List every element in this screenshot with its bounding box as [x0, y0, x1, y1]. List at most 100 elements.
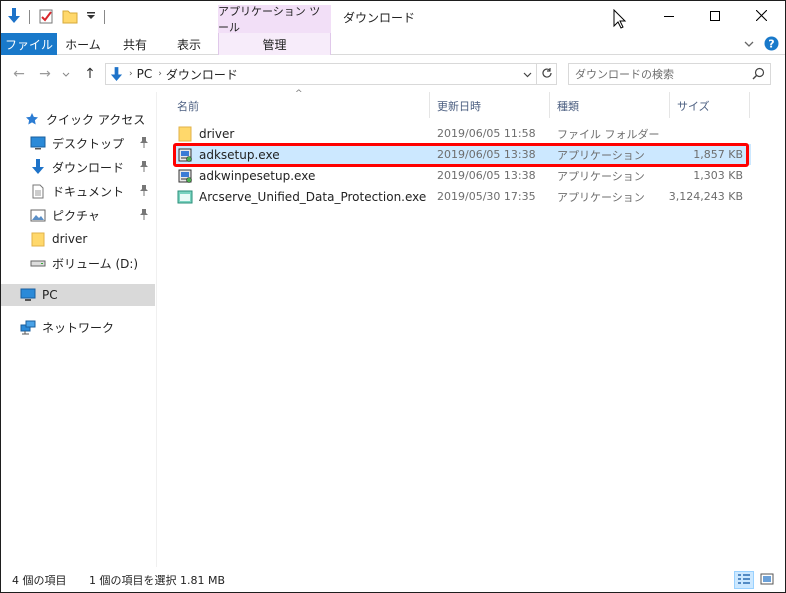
tab-view[interactable]: 表示: [167, 33, 211, 55]
pin-icon[interactable]: [139, 160, 149, 175]
minimize-button[interactable]: [646, 1, 692, 33]
address-row: ← → ↑ › PC › ダウンロード: [1, 56, 785, 92]
tab-file[interactable]: ファイル: [1, 33, 57, 55]
nav-item-pc[interactable]: PC: [1, 284, 155, 306]
details-view-button[interactable]: [734, 571, 754, 589]
pin-icon[interactable]: [139, 184, 149, 199]
download-arrow-icon[interactable]: [7, 7, 21, 27]
file-row-driver[interactable]: driver 2019/06/05 11:58 ファイル フォルダー: [173, 123, 751, 144]
column-header-date[interactable]: 更新日時: [437, 95, 481, 117]
star-icon: [23, 111, 41, 127]
file-name: Arcserve_Unified_Data_Protection.exe: [199, 189, 427, 204]
forward-button[interactable]: →: [36, 65, 54, 83]
file-row-arcserve[interactable]: Arcserve_Unified_Data_Protection.exe 201…: [173, 186, 751, 207]
nav-item-quick-access[interactable]: クイック アクセス: [1, 108, 155, 130]
address-bar[interactable]: › PC › ダウンロード: [105, 63, 557, 85]
nav-item-label: ピクチャ: [52, 208, 100, 223]
maximize-button[interactable]: [692, 1, 738, 33]
view-toggle: [734, 571, 777, 589]
column-header-size[interactable]: サイズ: [677, 95, 710, 117]
nav-item-volume-d[interactable]: ボリューム (D:): [1, 252, 155, 274]
nav-item-pictures[interactable]: ピクチャ: [1, 204, 155, 226]
forward-arrow-icon: →: [39, 66, 51, 82]
column-divider[interactable]: [669, 92, 670, 118]
app-window-icon: [177, 189, 193, 205]
up-button[interactable]: ↑: [81, 65, 99, 83]
search-box[interactable]: [568, 63, 771, 85]
nav-item-label: ダウンロード: [52, 160, 125, 175]
status-item-count: 4 個の項目: [12, 573, 67, 587]
chevron-down-icon: [523, 67, 532, 81]
search-icon[interactable]: [752, 67, 765, 83]
breadcrumb-pc[interactable]: PC: [137, 67, 153, 81]
file-name: adkwinpesetup.exe: [199, 168, 316, 183]
tab-home[interactable]: ホーム: [61, 33, 105, 55]
large-icons-view-button[interactable]: [757, 571, 777, 589]
back-button[interactable]: ←: [10, 65, 28, 83]
download-arrow-icon: [110, 66, 123, 82]
file-name-cell: adkwinpesetup.exe: [177, 165, 315, 186]
new-folder-icon[interactable]: [62, 8, 78, 27]
folder-icon: [29, 231, 47, 247]
file-size: [643, 123, 743, 144]
help-icon[interactable]: ?: [764, 36, 779, 54]
pin-icon[interactable]: [139, 136, 149, 151]
nav-item-downloads[interactable]: ダウンロード: [1, 156, 155, 178]
file-date: 2019/06/05 13:38: [437, 169, 536, 182]
file-row-adkwinpesetup[interactable]: adkwinpesetup.exe 2019/06/05 13:38 アプリケー…: [173, 165, 751, 186]
quick-access-toolbar: [7, 7, 105, 27]
nav-item-label: クイック アクセス: [46, 112, 146, 127]
file-name: adksetup.exe: [199, 147, 280, 162]
nav-item-network[interactable]: ネットワーク: [1, 316, 155, 338]
folder-icon: [177, 126, 193, 142]
close-button[interactable]: [738, 1, 784, 33]
properties-icon[interactable]: [38, 8, 54, 27]
window-title: ダウンロード: [343, 11, 416, 25]
status-selection: 1 個の項目を選択 1.81 MB: [89, 573, 226, 587]
drive-icon: [29, 255, 47, 271]
document-icon: [29, 183, 47, 199]
breadcrumb-downloads[interactable]: ダウンロード: [166, 66, 238, 83]
file-type: アプリケーション: [557, 148, 645, 162]
chevron-down-icon: [62, 66, 70, 82]
column-header-type[interactable]: 種類: [557, 95, 579, 117]
refresh-icon: [541, 67, 553, 82]
tab-manage[interactable]: 管理: [218, 33, 331, 55]
breadcrumb-chevron-icon: ›: [129, 69, 133, 79]
nav-item-label: PC: [42, 288, 58, 302]
file-row-adksetup[interactable]: adksetup.exe 2019/06/05 13:38 アプリケーション 1…: [173, 144, 751, 165]
search-input[interactable]: [575, 64, 745, 84]
recent-locations-button[interactable]: [60, 65, 72, 83]
tab-share[interactable]: 共有: [115, 33, 155, 55]
column-divider[interactable]: [549, 92, 550, 118]
address-history-dropdown[interactable]: [520, 67, 534, 81]
desktop-icon: [29, 135, 47, 151]
nav-item-driver[interactable]: driver: [1, 228, 155, 250]
mouse-cursor-icon: [613, 8, 627, 32]
qat-customize-icon[interactable]: [86, 10, 96, 24]
back-arrow-icon: ←: [13, 66, 25, 82]
nav-item-desktop[interactable]: デスクトップ: [1, 132, 155, 154]
nav-item-documents[interactable]: ドキュメント: [1, 180, 155, 202]
file-name-cell: driver: [177, 123, 234, 144]
nav-item-label: driver: [52, 232, 88, 246]
ribbon-tabs: ファイル ホーム 共有 表示 管理 ?: [1, 33, 785, 55]
maximize-icon: [710, 10, 720, 24]
installer-icon: [177, 168, 193, 184]
context-tab-header: アプリケーション ツール: [218, 5, 331, 34]
column-divider[interactable]: [749, 92, 750, 118]
file-size: 1,857 KB: [693, 148, 743, 161]
file-date: 2019/06/05 11:58: [437, 127, 536, 140]
file-size: 1,303 KB: [693, 169, 743, 182]
svg-text:?: ?: [768, 38, 774, 51]
refresh-button[interactable]: [536, 64, 556, 84]
file-date: 2019/06/05 13:38: [437, 148, 536, 161]
file-name: driver: [199, 126, 235, 141]
details-view-icon: [737, 573, 751, 588]
column-divider[interactable]: [429, 92, 430, 118]
explorer-window: アプリケーション ツール ダウンロード ファイル ホーム 共有 表示 管理 ? …: [0, 0, 786, 593]
ribbon-expand-icon[interactable]: [744, 38, 754, 52]
sort-ascending-icon: ^: [295, 89, 303, 99]
column-header-name[interactable]: 名前: [177, 95, 199, 117]
pin-icon[interactable]: [139, 208, 149, 223]
